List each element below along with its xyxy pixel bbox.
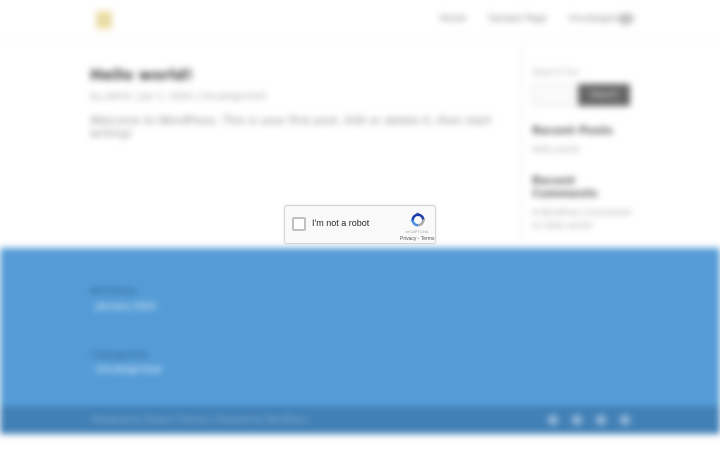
copyright-text: Designed by Elegant Themes | Powered by … xyxy=(92,415,308,424)
recent-post-link[interactable]: Hello world! xyxy=(532,143,632,156)
recaptcha-label: I'm not a robot xyxy=(312,218,370,228)
recaptcha-widget: I'm not a robot reCAPTCHA Privacy - Term… xyxy=(284,205,436,244)
recaptcha-privacy-link[interactable]: Privacy xyxy=(400,236,416,242)
recaptcha-terms-link[interactable]: Terms xyxy=(421,236,435,242)
site-logo xyxy=(96,11,112,29)
rss-icon[interactable] xyxy=(620,415,630,425)
categories-heading: Categories xyxy=(90,348,150,361)
nav-item-sample-page[interactable]: Sample Page xyxy=(488,14,546,24)
main-nav: Home Sample Page Uncategorized xyxy=(440,14,634,24)
recent-comments-heading: Recent Comments xyxy=(532,174,598,200)
main-content: Hello world! by admin | Jan 1, 2024 | Un… xyxy=(90,66,510,140)
footer-bottom-bar: Designed by Elegant Themes | Powered by … xyxy=(0,406,720,434)
page: Home Sample Page Uncategorized Hello wor… xyxy=(0,0,720,450)
recaptcha-brand: reCAPTCHA xyxy=(405,229,429,234)
sidebar: Search for: Search Recent Posts Hello wo… xyxy=(532,68,632,232)
site-header: Home Sample Page Uncategorized xyxy=(0,0,720,40)
search-label: Search for: xyxy=(532,68,582,78)
post-body: Welcome to WordPress. This is your first… xyxy=(90,114,492,140)
search-icon[interactable] xyxy=(620,14,631,25)
categories-link[interactable]: Uncategorized xyxy=(96,365,161,375)
recent-comment-link[interactable]: A WordPress Commenter on Hello world! xyxy=(532,206,632,232)
facebook-icon[interactable] xyxy=(548,415,558,425)
recent-posts-heading: Recent Posts xyxy=(532,124,613,137)
post-meta: by admin | Jan 1, 2024 | Uncategorized xyxy=(90,92,266,102)
google-plus-icon[interactable] xyxy=(596,415,606,425)
recaptcha-checkbox[interactable] xyxy=(292,217,306,231)
recaptcha-links: Privacy - Terms xyxy=(400,236,434,242)
post-title[interactable]: Hello world! xyxy=(90,66,510,84)
nav-item-home[interactable]: Home xyxy=(440,14,467,24)
twitter-icon[interactable] xyxy=(572,415,582,425)
sidebar-search: Search xyxy=(532,84,632,106)
archives-heading: Archives xyxy=(90,284,137,297)
recaptcha-logo-icon xyxy=(410,212,426,227)
archives-link[interactable]: January 2024 xyxy=(96,302,156,312)
footer: Archives January 2024 Categories Uncateg… xyxy=(0,248,720,406)
sidebar-search-button[interactable]: Search xyxy=(578,84,630,106)
sidebar-divider xyxy=(521,44,522,242)
sidebar-search-input[interactable] xyxy=(532,84,574,106)
